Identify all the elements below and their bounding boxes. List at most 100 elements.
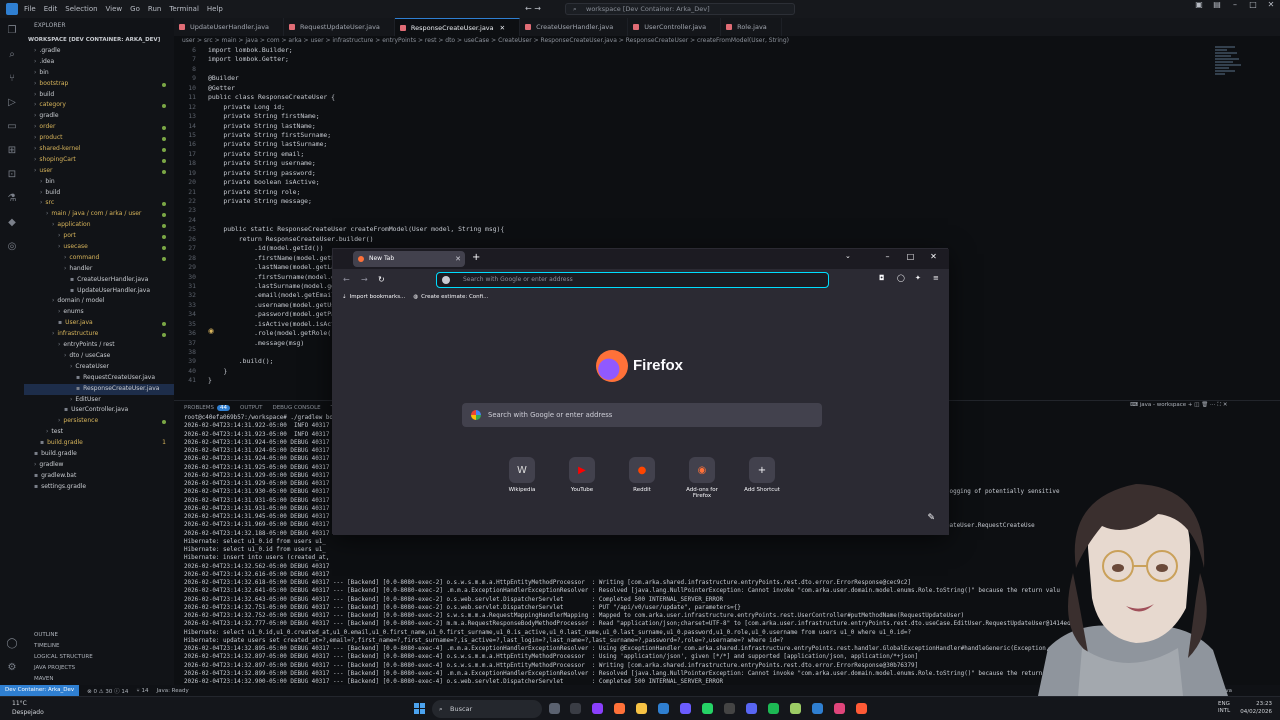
problems-status[interactable]: ⊗ 0 ⚠ 30 ⓘ 14 (87, 687, 128, 695)
close-tab-icon[interactable]: ✕ (500, 24, 505, 32)
editor-tab[interactable]: UserController.java (628, 18, 722, 36)
discord-icon[interactable] (746, 703, 757, 714)
panel-toggle-icon[interactable]: ▤ (1208, 0, 1226, 9)
language-indicator[interactable]: ENG INTL (1218, 701, 1230, 715)
file-tree-item[interactable]: › infrastructure (24, 329, 174, 340)
forward-icon[interactable]: → (361, 275, 368, 284)
task-view-icon[interactable] (549, 703, 560, 714)
editor-tab[interactable]: Role.java (721, 18, 782, 36)
taskbar-search[interactable]: ⌕ Buscar (432, 700, 542, 718)
file-tree-item[interactable]: › application (24, 220, 174, 231)
command-center[interactable]: ⌕ workspace [Dev Container: Arka_Dev] (565, 3, 795, 15)
explorer-icon[interactable]: ❐ (0, 18, 24, 42)
file-tree-item[interactable]: › .idea (24, 57, 174, 68)
file-tree-item[interactable]: › user (24, 166, 174, 177)
run-debug-icon[interactable]: ▷ (0, 90, 24, 114)
terminal-taskbar-icon[interactable] (724, 703, 735, 714)
file-tree-item[interactable]: › build (24, 188, 174, 199)
menu-item-go[interactable]: Go (130, 5, 140, 13)
terminal-label[interactable]: java - workspace (1140, 402, 1186, 408)
shortcut-wikipedia[interactable]: W Wikipedia (497, 457, 547, 493)
menu-item-selection[interactable]: Selection (65, 5, 97, 13)
address-bar[interactable]: Search with Google or enter address (436, 272, 829, 288)
panel-tab-problems[interactable]: PROBLEMS (184, 405, 214, 411)
menu-item-edit[interactable]: Edit (44, 5, 58, 13)
menu-icon[interactable]: ≡ (933, 274, 939, 282)
file-tree-item[interactable]: › domain / model (24, 296, 174, 307)
reload-icon[interactable]: ↻ (378, 275, 385, 284)
back-icon[interactable]: ← (343, 275, 350, 284)
file-tree-item[interactable]: › CreateUser (24, 362, 174, 373)
app-icon[interactable] (768, 703, 779, 714)
file-tree-item[interactable]: › .gradle (24, 46, 174, 57)
layout-icon[interactable]: ▣ (1190, 0, 1208, 9)
app-icon[interactable] (834, 703, 845, 714)
clock[interactable]: 23:23 04/02/2026 (1240, 700, 1272, 716)
file-tree-item[interactable]: ▪ ResponseCreateUser.java (24, 383, 174, 395)
editor-tab[interactable]: CreateUserHandler.java (520, 18, 629, 36)
file-tree-item[interactable]: › port (24, 231, 174, 242)
remote-indicator[interactable]: Dev Container: Arka_Dev (0, 685, 80, 696)
panel-tab-debug-console[interactable]: DEBUG CONSOLE (272, 405, 320, 411)
section-java-projects[interactable]: JAVA PROJECTS (24, 663, 174, 674)
gear-icon[interactable]: ⚙ (0, 655, 24, 679)
docker-icon[interactable]: ◆ (0, 210, 24, 234)
section-outline[interactable]: OUTLINE (24, 630, 174, 641)
file-tree-item[interactable]: › persistence (24, 416, 174, 427)
windows-start-icon[interactable] (414, 703, 426, 715)
lightbulb-icon[interactable]: ◉ (208, 327, 214, 335)
remote-explorer-icon[interactable]: ▭ (0, 114, 24, 138)
file-tree-item[interactable]: › entryPoints / rest (24, 340, 174, 351)
new-tab-button[interactable]: + (472, 252, 480, 263)
file-tree-item[interactable]: ▪ settings.gradle (24, 482, 174, 493)
file-tree-item[interactable]: › order (24, 122, 174, 133)
file-tree-item[interactable]: › bin (24, 177, 174, 188)
file-tree-item[interactable]: › shared-kernel (24, 144, 174, 155)
file-tree-item[interactable]: › bin (24, 68, 174, 79)
screenshot-icon[interactable]: ◘ (879, 274, 885, 282)
workspace-root[interactable]: WORKSPACE [DEV CONTAINER: ARKA_DEV] (24, 34, 174, 46)
search-icon[interactable]: ⌕ (0, 42, 24, 66)
shortcut-youtube[interactable]: ▶ YouTube (557, 457, 607, 493)
app-icon[interactable] (592, 703, 603, 714)
file-tree-item[interactable]: › gradlew (24, 460, 174, 471)
file-tree-item[interactable]: › gradle (24, 111, 174, 122)
java-status[interactable]: Java: Ready (156, 688, 188, 694)
maximize-button[interactable]: □ (899, 252, 922, 261)
firefox-taskbar-icon[interactable] (614, 703, 625, 714)
file-tree-item[interactable]: › shopingCart (24, 155, 174, 166)
minimize-button[interactable]: – (1226, 0, 1244, 9)
file-tree-item[interactable]: ▪ CreateUserHandler.java (24, 275, 174, 286)
whatsapp-icon[interactable] (702, 703, 713, 714)
store-icon[interactable] (658, 703, 669, 714)
search-engine-icon[interactable] (442, 276, 450, 284)
file-tree-item[interactable]: › handler (24, 264, 174, 275)
menu-item-file[interactable]: File (24, 5, 36, 13)
file-explorer-icon[interactable] (636, 703, 647, 714)
testing-icon[interactable]: ⚗ (0, 186, 24, 210)
file-tree-item[interactable]: › category (24, 100, 174, 111)
close-button[interactable]: ✕ (1262, 0, 1280, 9)
file-tree-item[interactable]: › product (24, 133, 174, 144)
file-tree-item[interactable]: ▪ build.gradle (24, 449, 174, 460)
account-icon[interactable]: ◯ (0, 631, 24, 655)
new-tab-search[interactable]: Search with Google or enter address (462, 403, 822, 427)
maximize-button[interactable]: □ (1244, 0, 1262, 9)
extensions-icon[interactable]: ⊞ (0, 138, 24, 162)
menu-item-terminal[interactable]: Terminal (169, 5, 199, 13)
section-maven[interactable]: MAVEN (24, 674, 174, 685)
menu-item-view[interactable]: View (106, 5, 123, 13)
trash-icon[interactable]: 🗑 (1201, 402, 1210, 408)
file-tree-item[interactable]: ▪ gradlew.bat (24, 471, 174, 482)
file-tree-item[interactable]: › usecase (24, 242, 174, 253)
containers-icon[interactable]: ⊡ (0, 162, 24, 186)
file-tree-item[interactable]: ▪ UserController.java (24, 405, 174, 416)
section-logical-structure[interactable]: LOGICAL STRUCTURE (24, 652, 174, 663)
shortcut-add-ons-for-firefox[interactable]: ◉ Add-ons for Firefox (677, 457, 727, 499)
file-tree-item[interactable]: › EditUser (24, 395, 174, 406)
nav-arrows-icon[interactable]: ← → (525, 4, 541, 13)
app-icon[interactable] (680, 703, 691, 714)
minimize-button[interactable]: – (876, 252, 899, 261)
minimap[interactable] (1215, 46, 1245, 86)
widgets-icon[interactable] (570, 703, 581, 714)
